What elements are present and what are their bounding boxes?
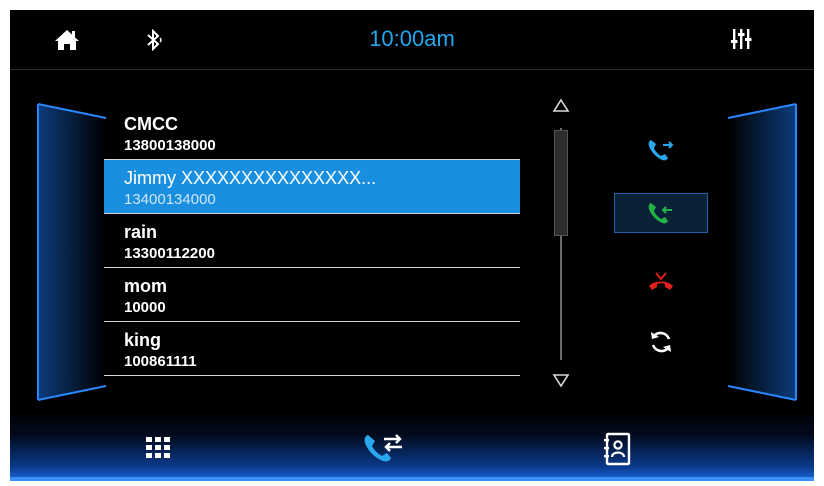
contact-list: CMCC 13800138000 Jimmy XXXXXXXXXXXXXXX..… bbox=[104, 106, 520, 376]
scroll-down-arrow-icon[interactable] bbox=[552, 372, 570, 388]
contact-row[interactable]: rain 13300112200 bbox=[104, 214, 520, 268]
scrollbar-thumb[interactable] bbox=[554, 130, 568, 236]
clock: 10:00am bbox=[369, 26, 455, 51]
contacts-book-icon[interactable] bbox=[602, 432, 632, 466]
hang-up-icon bbox=[649, 272, 673, 290]
scroll-up-arrow-icon[interactable] bbox=[552, 98, 570, 114]
contact-row[interactable]: CMCC 13800138000 bbox=[104, 106, 520, 160]
outgoing-call-icon bbox=[648, 140, 674, 161]
hang-up-button[interactable] bbox=[614, 262, 708, 302]
contact-number: 100861111 bbox=[124, 353, 197, 370]
contact-number: 13800138000 bbox=[124, 137, 216, 154]
left-side-panel bbox=[37, 103, 107, 401]
contact-number: 10000 bbox=[124, 299, 166, 316]
switch-call-button[interactable] bbox=[614, 322, 708, 362]
contact-number: 13300112200 bbox=[124, 245, 215, 262]
call-log-icon[interactable] bbox=[362, 430, 408, 466]
incoming-call-button[interactable] bbox=[614, 193, 708, 233]
bottom-glow-line bbox=[10, 477, 814, 481]
contact-row-selected[interactable]: Jimmy XXXXXXXXXXXXXXX... 13400134000 bbox=[104, 160, 520, 214]
outgoing-call-button[interactable] bbox=[614, 130, 708, 170]
incoming-call-icon bbox=[648, 203, 672, 224]
dialpad-icon[interactable] bbox=[144, 434, 174, 464]
contact-name: CMCC bbox=[124, 114, 178, 134]
bottom-navigation bbox=[10, 410, 814, 481]
contact-name: mom bbox=[124, 276, 168, 296]
contact-name: rain bbox=[124, 222, 158, 242]
refresh-icon bbox=[651, 331, 671, 353]
phone-screen: 10:00am CMCC 13800138000 Jimmy XXXXXXXXX… bbox=[10, 10, 814, 481]
contact-row[interactable]: king 100861111 bbox=[104, 322, 520, 376]
equalizer-icon[interactable] bbox=[730, 27, 752, 51]
status-bar: 10:00am bbox=[10, 10, 814, 70]
status-bar-divider bbox=[10, 69, 814, 70]
contact-row[interactable]: mom 10000 bbox=[104, 268, 520, 322]
contact-number: 13400134000 bbox=[124, 191, 216, 208]
contact-name: Jimmy XXXXXXXXXXXXXXX... bbox=[124, 168, 377, 188]
contact-name: king bbox=[124, 330, 162, 350]
right-side-panel bbox=[727, 103, 797, 401]
